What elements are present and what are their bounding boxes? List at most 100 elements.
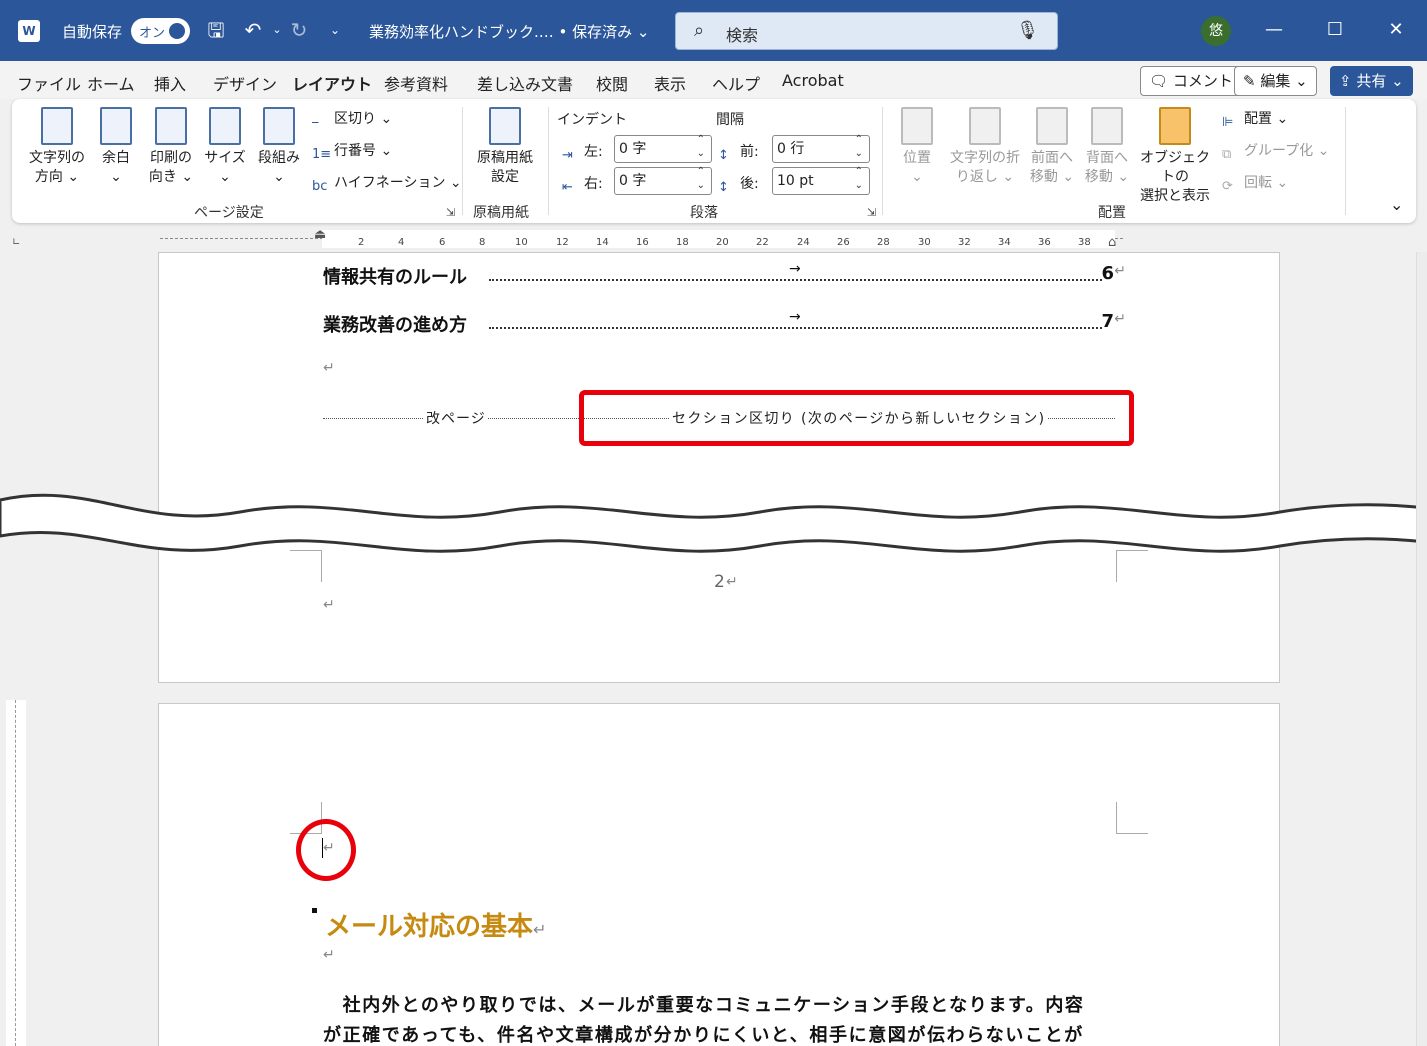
search-box[interactable]: ⌕ 検索 🎙: [675, 12, 1058, 50]
right-indent-marker[interactable]: ⌂: [1108, 235, 1116, 250]
margins-button[interactable]: 余白 ⌄: [96, 107, 136, 187]
save-icon[interactable]: 🖫: [203, 17, 229, 43]
margins-icon: [100, 107, 132, 145]
tab-selector-icon[interactable]: ∟: [12, 237, 20, 248]
search-placeholder: 検索: [726, 26, 759, 45]
selection-pane-icon: [1159, 107, 1191, 145]
tab-help[interactable]: ヘルプ: [712, 71, 760, 95]
tab-view[interactable]: 表示: [654, 71, 686, 95]
rotate-button[interactable]: ⟳ 回転 ⌄: [1222, 172, 1288, 195]
comment-button[interactable]: 🗨 コメント: [1140, 66, 1242, 96]
ribbon-collapse-icon[interactable]: ⌄: [1390, 195, 1403, 214]
tab-mailings[interactable]: 差し込み文書: [477, 71, 573, 95]
orientation-button[interactable]: 印刷の 向き ⌄: [145, 107, 197, 187]
share-button[interactable]: ⇪ 共有 ⌄: [1330, 66, 1413, 96]
paragraph-launcher-icon[interactable]: ⇲: [867, 206, 876, 219]
customize-toolbar-icon[interactable]: ⌄: [322, 17, 348, 43]
tab-file[interactable]: ファイル: [17, 71, 81, 95]
line-numbers-label: 行番号 ⌄: [334, 143, 393, 159]
ruler-tick: 4: [398, 237, 405, 248]
orientation-label: 印刷の 向き ⌄: [148, 150, 194, 185]
body-paragraph-line[interactable]: 社内外とのやり取りでは、メールが重要なコミュニケーション手段となります。内容: [323, 991, 1085, 1017]
indent-right-input[interactable]: 0 字: [614, 165, 712, 195]
user-avatar[interactable]: 悠: [1201, 16, 1231, 46]
wrap-text-button[interactable]: 文字列の折 り返し ⌄: [947, 107, 1023, 187]
tab-arrow-icon: →: [789, 309, 801, 325]
microphone-icon[interactable]: 🎙: [1016, 20, 1039, 41]
vertical-scrollbar[interactable]: [1416, 252, 1427, 1046]
size-label: サイズ ⌄: [204, 150, 246, 185]
breaks-label: 区切り ⌄: [334, 111, 393, 127]
edit-mode-button[interactable]: ✎ 編集 ⌄: [1234, 66, 1317, 96]
size-button[interactable]: サイズ ⌄: [202, 107, 248, 187]
maximize-icon[interactable]: ☐: [1323, 18, 1347, 42]
breaks-button[interactable]: ⎯ 区切り ⌄: [312, 108, 392, 131]
selection-pane-label: オブジェクトの 選択と表示: [1140, 150, 1210, 204]
spacing-after-input[interactable]: 10 pt: [772, 165, 870, 195]
redo-icon[interactable]: ↻: [286, 17, 312, 43]
tab-home[interactable]: ホーム: [87, 71, 135, 95]
spacing-before-icon: ↕: [718, 148, 729, 163]
page-break-label: 改ページ: [424, 408, 488, 428]
indent-right-text: 右:: [584, 176, 603, 192]
document-title[interactable]: 業務効率化ハンドブック.… • 保存済み ⌄: [369, 21, 650, 42]
selection-pane-button[interactable]: オブジェクトの 選択と表示: [1135, 107, 1215, 206]
vertical-ruler[interactable]: [6, 700, 26, 1046]
pen-icon: ✎: [1243, 72, 1261, 90]
columns-icon: [263, 107, 295, 145]
bring-forward-button[interactable]: 前面へ 移動 ⌄: [1027, 107, 1077, 187]
tab-acrobat[interactable]: Acrobat: [782, 71, 844, 90]
arrange-group-label: 配置: [1098, 205, 1126, 221]
manuscript-label: 原稿用紙 設定: [477, 150, 533, 185]
position-label: 位置 ⌄: [903, 150, 931, 185]
horizontal-ruler[interactable]: ∟ ⏏ ⌂ 2 4 6 8 10 12 14 16 18 20 22 24 26…: [0, 227, 1427, 252]
hyphenation-button[interactable]: bc ハイフネーション ⌄: [312, 172, 462, 195]
manuscript-button[interactable]: 原稿用紙 設定: [472, 107, 538, 187]
undo-icon[interactable]: ↶: [240, 17, 266, 43]
autosave-label: 自動保存: [62, 23, 123, 41]
paragraph-mark: ↵: [1114, 263, 1126, 279]
tab-layout[interactable]: レイアウト: [292, 71, 373, 102]
wrap-text-icon: [969, 107, 1001, 145]
align-button[interactable]: ⊫ 配置 ⌄: [1222, 108, 1288, 131]
tab-insert[interactable]: 挿入: [154, 71, 186, 95]
first-line-indent-marker[interactable]: ⏏: [314, 227, 326, 242]
indent-left-icon: ⇥: [562, 148, 573, 163]
send-backward-button[interactable]: 背面へ 移動 ⌄: [1082, 107, 1132, 187]
toc-entry[interactable]: 情報共有のルール → 6 ↵: [323, 261, 1126, 289]
divider: [548, 107, 549, 215]
group-objects-button[interactable]: ⧉ グループ化 ⌄: [1222, 140, 1329, 163]
page-setup-launcher-icon[interactable]: ⇲: [446, 206, 455, 219]
close-icon[interactable]: ✕: [1384, 18, 1408, 42]
columns-button[interactable]: 段組み ⌄: [254, 107, 304, 187]
indent-left-input[interactable]: 0 字: [614, 133, 712, 163]
line-numbers-button[interactable]: 1≡ 行番号 ⌄: [312, 140, 392, 163]
tab-references[interactable]: 参考資料: [384, 71, 448, 95]
divider: [462, 107, 463, 215]
size-icon: [209, 107, 241, 145]
text-direction-button[interactable]: 文字列の 方向 ⌄: [24, 107, 90, 187]
spacing-header: 間隔: [716, 112, 744, 128]
manuscript-group-label: 原稿用紙: [473, 205, 529, 221]
text-direction-label: 文字列の 方向 ⌄: [29, 150, 85, 185]
section-heading[interactable]: メール対応の基本↵: [325, 906, 546, 943]
columns-label: 段組み ⌄: [258, 150, 300, 185]
toggle-knob: [169, 23, 185, 39]
body-paragraph-line[interactable]: が正確であっても、件名や文章構成が分かりにくいと、相手に意図が伝わらないことが: [323, 1021, 1084, 1046]
autosave-toggle[interactable]: オン: [131, 18, 190, 44]
toc-entry[interactable]: 業務改善の進め方 → 7 ↵: [323, 309, 1126, 337]
tab-design[interactable]: デザイン: [213, 71, 277, 95]
menu-bar: ファイル ホーム 挿入 デザイン レイアウト 参考資料 差し込み文書 校閲 表示…: [0, 61, 1427, 102]
send-backward-icon: [1091, 107, 1123, 145]
margin-corner-mark: [1116, 550, 1148, 582]
position-button[interactable]: 位置 ⌄: [892, 107, 942, 187]
toc-title: 情報共有のルール: [323, 267, 467, 288]
ruler-tick: 30: [918, 237, 931, 248]
comment-icon: 🗨: [1149, 72, 1173, 90]
spacing-before-input[interactable]: 0 行: [772, 133, 870, 163]
share-label: 共有 ⌄: [1356, 72, 1404, 90]
paragraph-mark: ↵: [533, 920, 547, 939]
ruler-tick: 20: [716, 237, 729, 248]
minimize-icon[interactable]: —: [1262, 18, 1286, 42]
tab-review[interactable]: 校閲: [596, 71, 628, 95]
